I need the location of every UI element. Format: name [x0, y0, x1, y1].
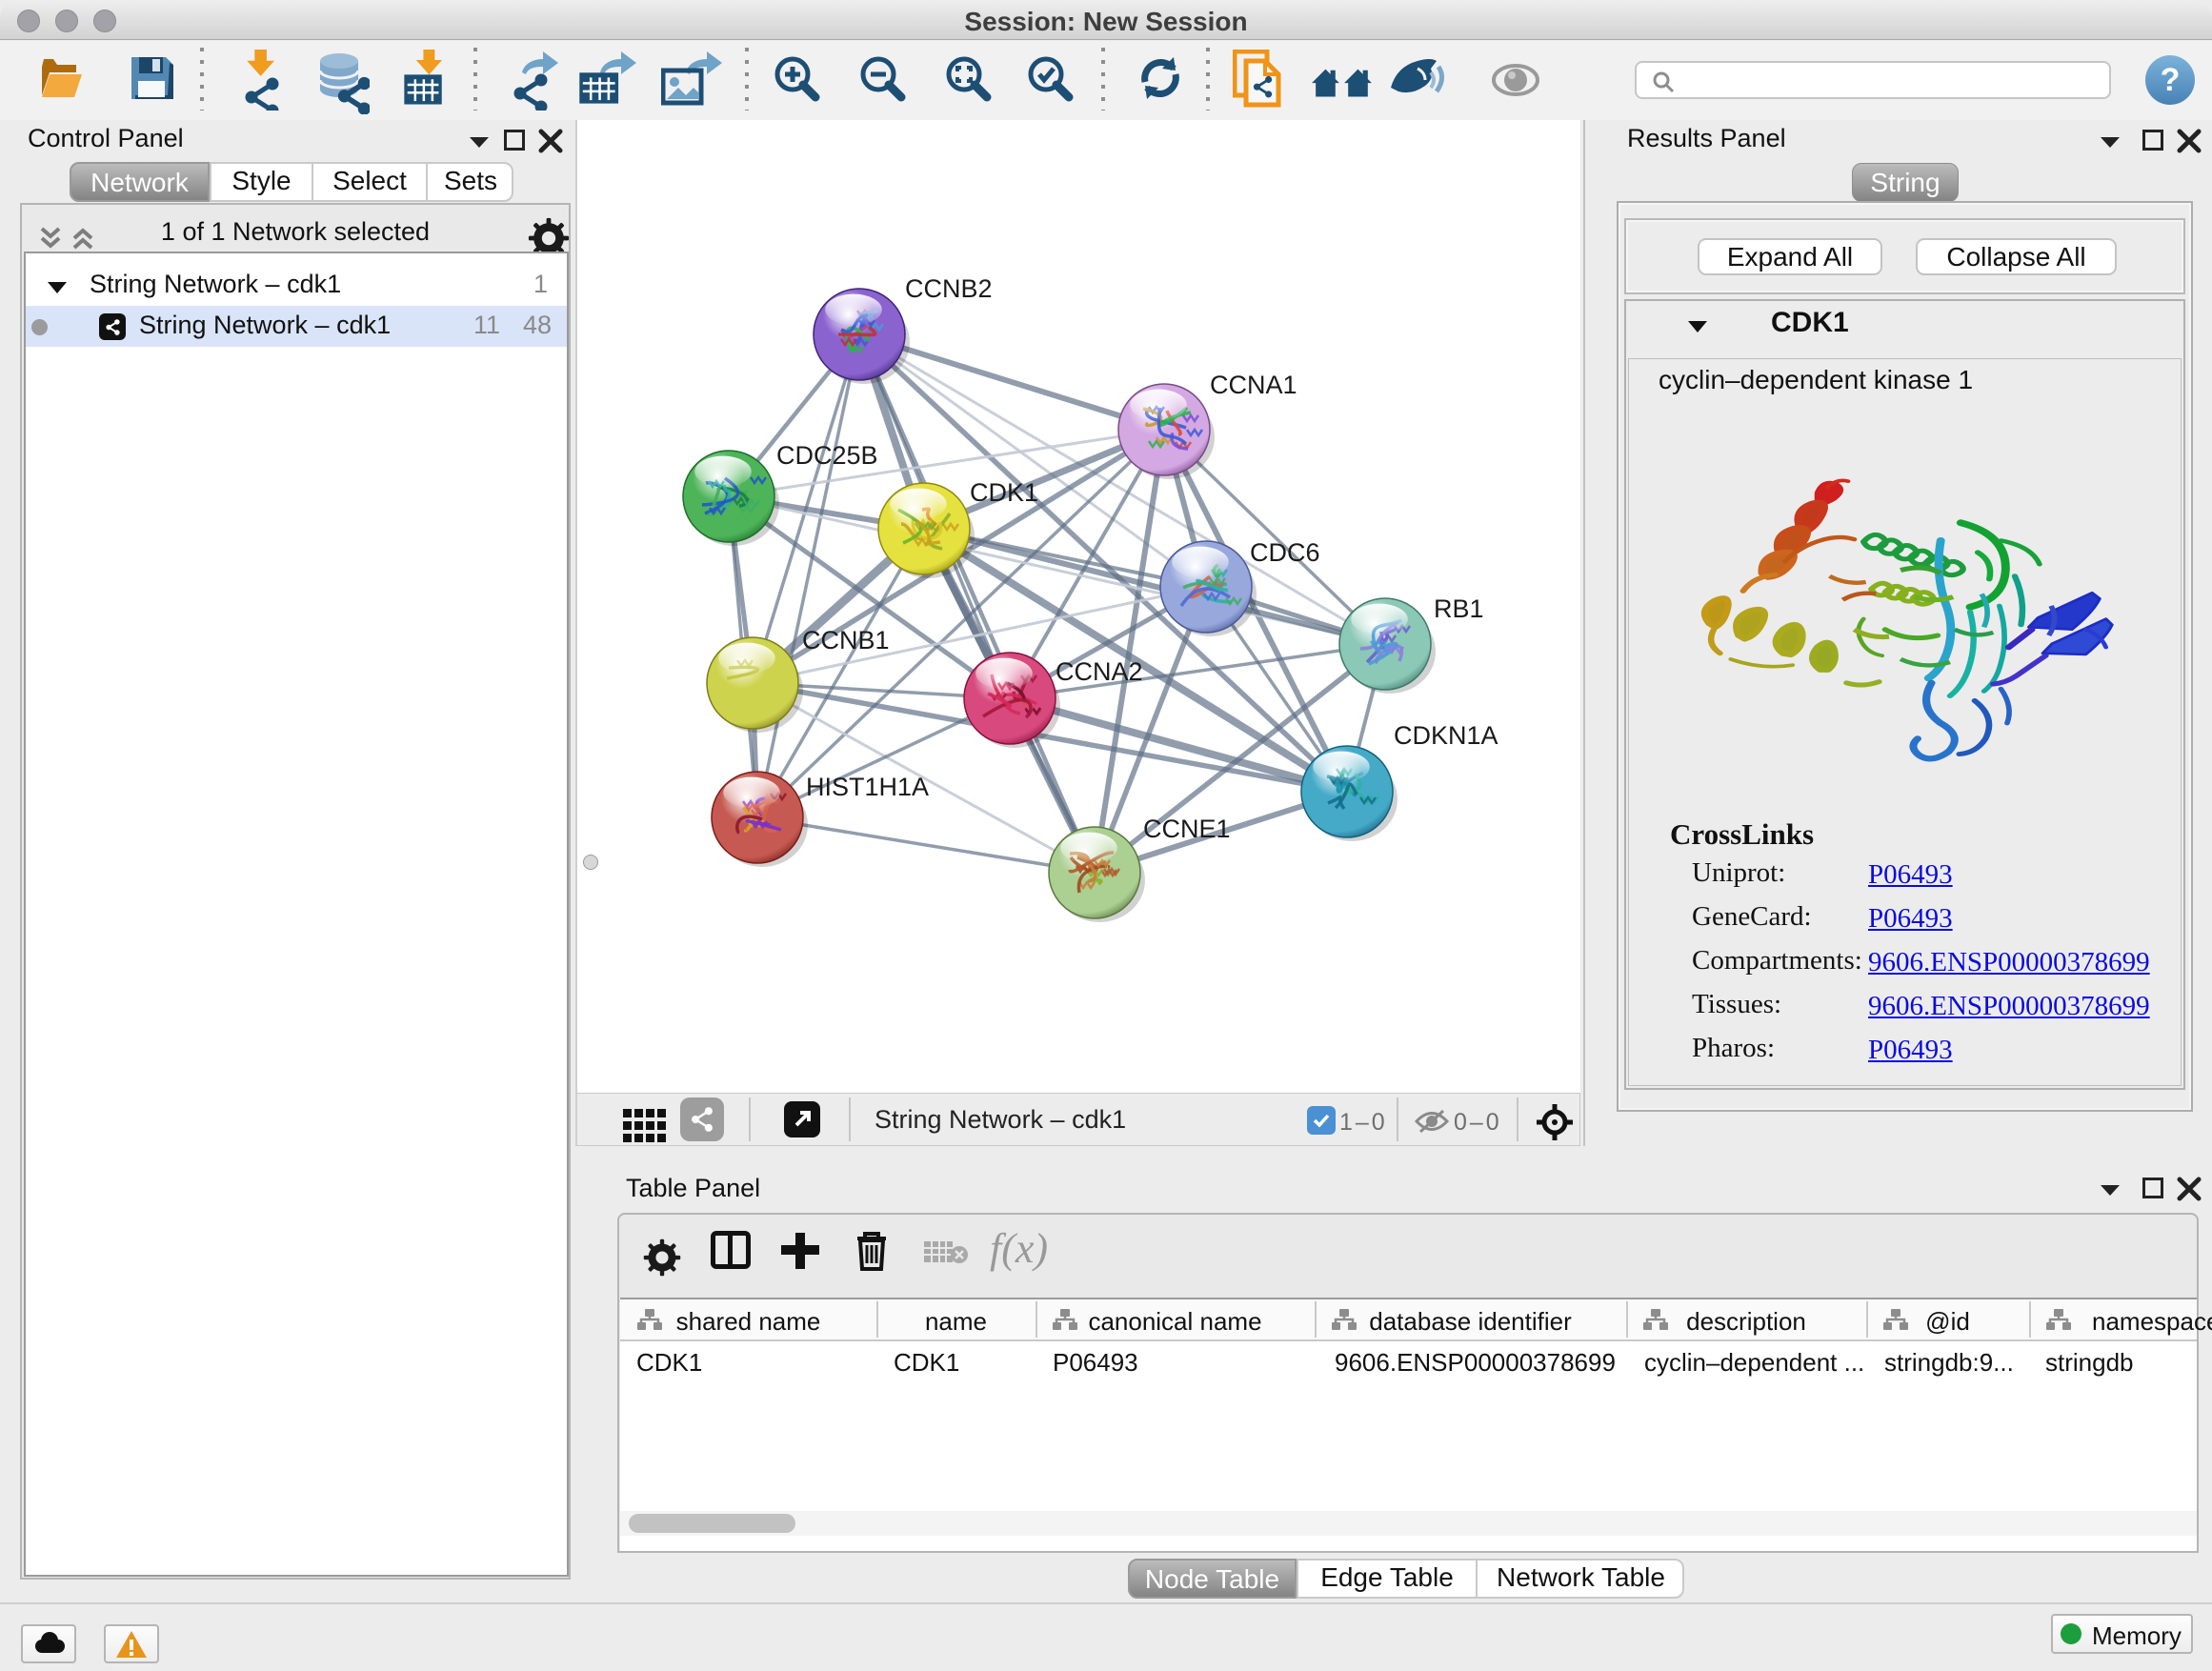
svg-text:CDKN1A: CDKN1A — [1394, 721, 1498, 750]
svg-text:CDC25B: CDC25B — [776, 441, 878, 470]
svg-text:CCNA2: CCNA2 — [1056, 657, 1143, 686]
svg-text:CDK1: CDK1 — [970, 478, 1038, 507]
svg-text:RB1: RB1 — [1434, 594, 1484, 623]
svg-text:CDC6: CDC6 — [1250, 538, 1320, 567]
svg-text:CCNE1: CCNE1 — [1143, 815, 1231, 843]
svg-text:CCNA1: CCNA1 — [1210, 371, 1297, 399]
svg-text:HIST1H1A: HIST1H1A — [806, 773, 929, 801]
svg-text:CCNB1: CCNB1 — [802, 626, 890, 654]
svg-text:CCNB2: CCNB2 — [905, 274, 993, 303]
